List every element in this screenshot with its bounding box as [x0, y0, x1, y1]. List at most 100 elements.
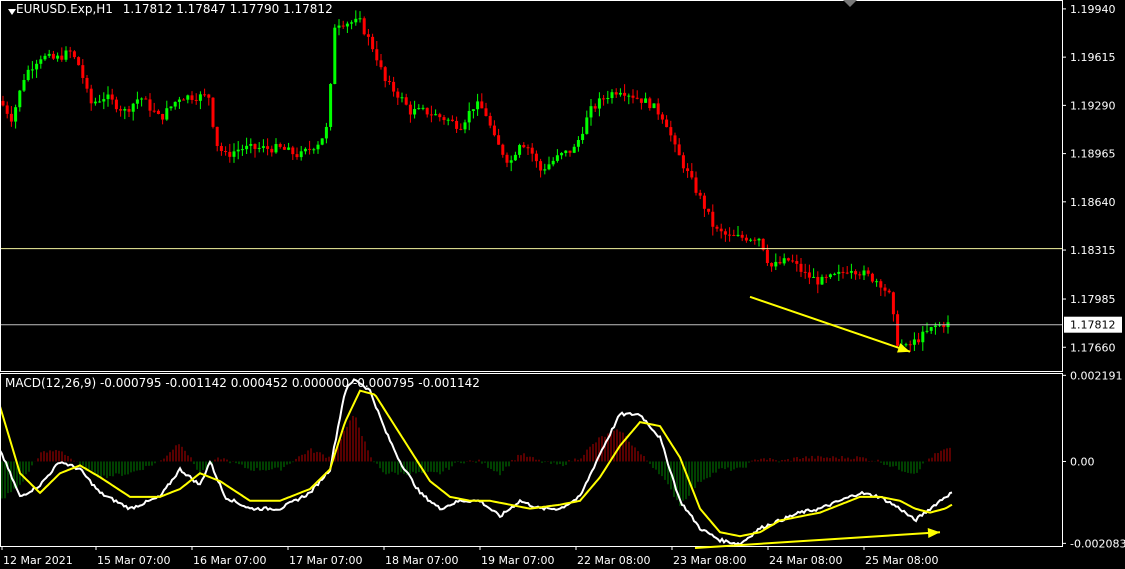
- candle-body: [316, 144, 320, 150]
- candle-body: [425, 107, 429, 115]
- candle-body: [765, 249, 769, 264]
- time-tick-label: 24 Mar 08:00: [769, 554, 842, 567]
- candle-body: [81, 65, 85, 78]
- candle-body: [358, 18, 362, 20]
- divergence-arrow-macd-head: [927, 528, 940, 538]
- candle-body: [488, 115, 492, 126]
- chart-frames: [0, 0, 1063, 547]
- time-tick-label: 16 Mar 07:00: [193, 554, 266, 567]
- candle-body: [694, 177, 698, 193]
- candle-body: [719, 228, 723, 232]
- candle-body: [341, 25, 345, 27]
- candle-body: [875, 281, 879, 283]
- candle-body: [618, 92, 622, 95]
- candle-body: [917, 339, 921, 343]
- candle-body: [929, 327, 933, 331]
- candle-body: [753, 239, 757, 241]
- candle-body: [375, 49, 379, 61]
- candle-body: [463, 122, 467, 130]
- candle-body: [245, 145, 249, 150]
- dropdown-triangle-icon[interactable]: [8, 9, 16, 15]
- price-tick-label: 1.18640: [1070, 196, 1116, 209]
- candle-body: [908, 344, 912, 346]
- candle-body: [824, 276, 828, 278]
- macd-histogram: [1, 415, 951, 507]
- candle-body: [555, 155, 559, 161]
- candle-body: [442, 117, 446, 121]
- candle-body: [644, 98, 648, 103]
- candle-body: [190, 95, 194, 100]
- candle-body: [715, 226, 719, 229]
- candle-body: [543, 169, 547, 171]
- candle-body: [891, 292, 895, 315]
- candle-body: [912, 339, 916, 345]
- candle-body: [77, 57, 81, 66]
- symbol-timeframe: EURUSD.Exp,H1: [16, 2, 113, 16]
- candle-body: [333, 27, 337, 84]
- candle-body: [593, 106, 597, 109]
- candle-body: [194, 99, 198, 101]
- candle-body: [215, 126, 219, 146]
- candle-body: [786, 258, 790, 261]
- candle-body: [707, 208, 711, 212]
- candle-body: [22, 79, 26, 91]
- candle-body: [740, 234, 744, 238]
- candle-body: [669, 127, 673, 136]
- candle-body: [816, 276, 820, 285]
- candle-body: [778, 261, 782, 264]
- candle-body: [904, 344, 908, 346]
- candle-body: [652, 103, 656, 109]
- candle-body: [320, 138, 324, 145]
- candle-body: [211, 97, 215, 127]
- candle-body: [261, 146, 265, 148]
- candle-body: [450, 119, 454, 121]
- candle-body: [131, 103, 135, 112]
- candle-body: [526, 147, 530, 149]
- candle-body: [299, 151, 303, 158]
- candle-body: [198, 94, 202, 101]
- candle-body: [471, 109, 475, 111]
- candle-body: [845, 272, 849, 274]
- candle-body: [879, 281, 883, 288]
- time-tick-label: 12 Mar 2021: [3, 554, 73, 567]
- candle-body: [564, 150, 568, 153]
- candle-body: [854, 271, 858, 275]
- candle-body: [795, 261, 799, 264]
- candle-body: [803, 271, 807, 273]
- candle-body: [610, 92, 614, 99]
- candle-body: [799, 263, 803, 272]
- candle-body: [110, 94, 114, 100]
- candle-body: [278, 144, 282, 147]
- candle-body: [568, 150, 572, 153]
- candle-body: [354, 18, 358, 23]
- candle-body: [933, 325, 937, 328]
- candle-body: [551, 160, 555, 165]
- candle-body: [749, 239, 753, 241]
- candle-body: [203, 94, 207, 96]
- candle-body: [623, 92, 627, 96]
- candle-body: [169, 106, 173, 109]
- candle-body: [396, 91, 400, 98]
- candle-body: [728, 234, 732, 236]
- candle-body: [459, 128, 463, 130]
- candle-body: [698, 192, 702, 196]
- candle-body: [400, 97, 404, 99]
- candle-body: [295, 154, 299, 158]
- candle-body: [782, 258, 786, 264]
- candle-body: [9, 113, 13, 122]
- candle-body: [606, 98, 610, 100]
- candle-body: [480, 101, 484, 109]
- candle-body: [896, 314, 900, 346]
- candle-body: [39, 59, 43, 64]
- candle-body: [862, 270, 866, 276]
- candle-body: [329, 83, 333, 127]
- candle-body: [287, 147, 291, 150]
- candle-body: [849, 271, 853, 273]
- candle-body: [547, 164, 551, 170]
- price-tick-label: 1.18315: [1070, 244, 1116, 257]
- candle-body: [312, 149, 316, 151]
- time-tick-label: 19 Mar 07:00: [481, 554, 554, 567]
- candle-body: [467, 110, 471, 123]
- candle-body: [5, 105, 9, 114]
- candle-body: [660, 114, 664, 120]
